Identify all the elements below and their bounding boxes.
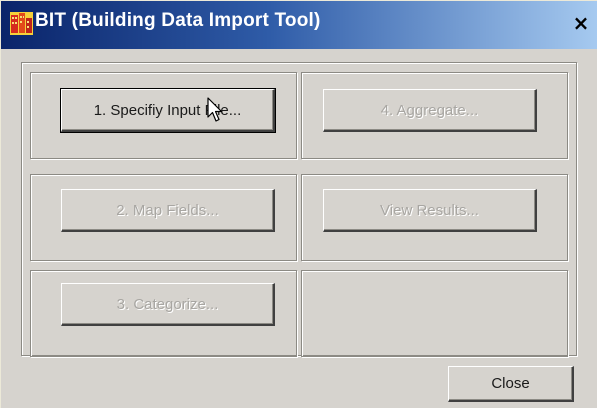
bit-window: BIT (Building Data Import Tool) × 1. Spe… (0, 0, 597, 408)
bit-app-icon (10, 12, 33, 35)
step-cell-empty (301, 270, 568, 357)
map-fields-button[interactable]: 2. Map Fields... (61, 189, 275, 232)
specify-input-file-button[interactable]: 1. Specifiy Input File... (60, 88, 276, 133)
close-button[interactable]: Close (448, 366, 574, 402)
close-window-icon[interactable]: × (569, 12, 593, 36)
categorize-button[interactable]: 3. Categorize... (61, 283, 275, 326)
view-results-button[interactable]: View Results... (323, 189, 537, 232)
window-title: BIT (Building Data Import Tool) (35, 10, 321, 31)
aggregate-button[interactable]: 4. Aggregate... (323, 89, 537, 132)
title-bar[interactable]: BIT (Building Data Import Tool) × (1, 1, 597, 49)
